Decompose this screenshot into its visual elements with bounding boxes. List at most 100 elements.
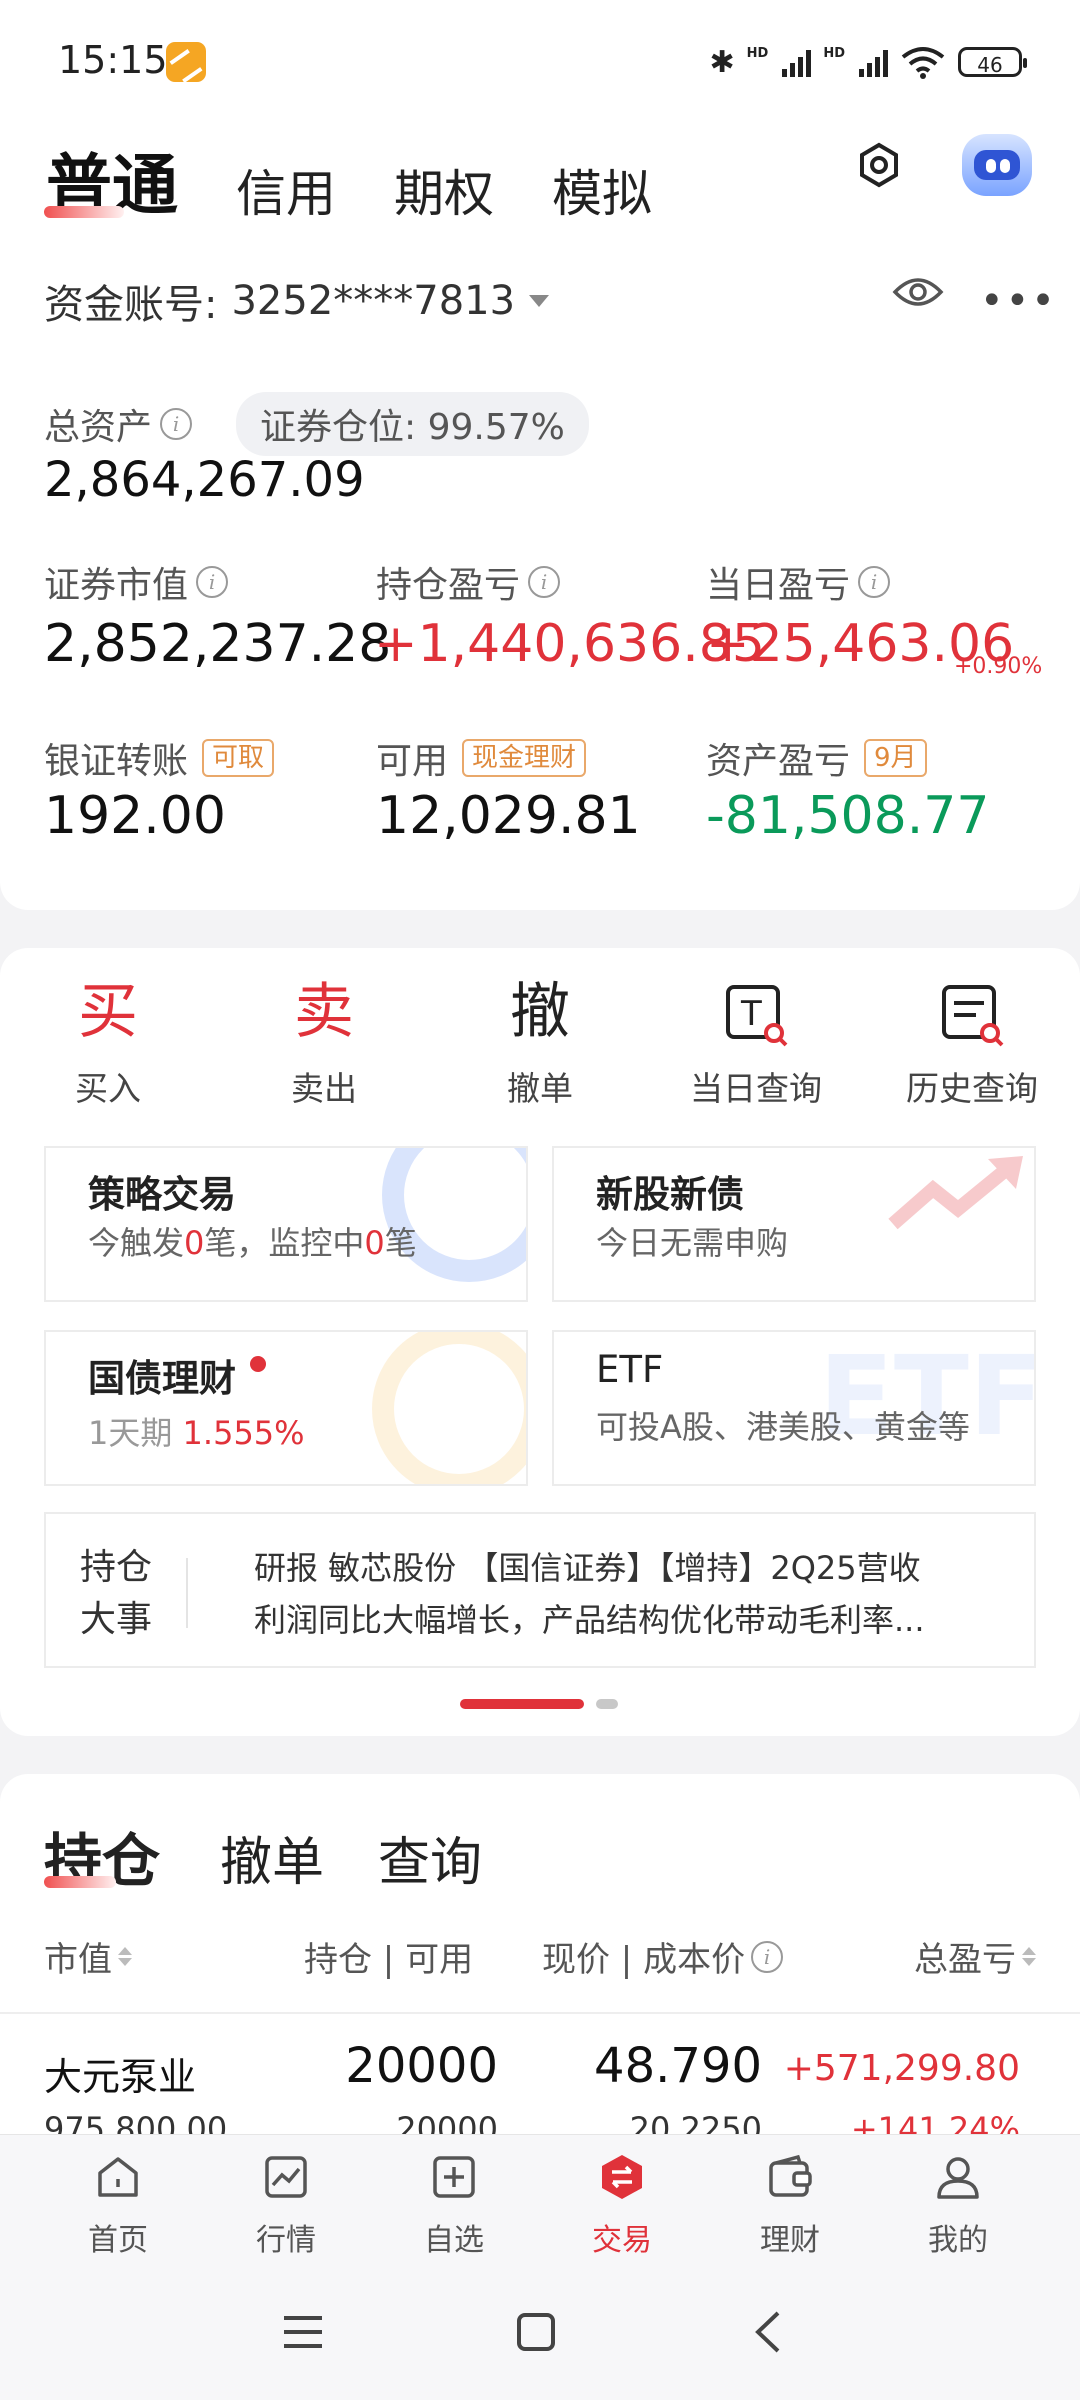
trend-arrow-icon	[888, 1156, 1023, 1230]
signal-icon	[782, 47, 812, 77]
bottom-nav: 首页 行情 自选 交易 理财 我的	[0, 2134, 1080, 2271]
info-icon[interactable]: i	[751, 1940, 784, 1973]
nav-finance[interactable]: 理财	[706, 2135, 874, 2259]
history-query-label: 历史查询	[906, 1069, 1038, 1108]
tab-normal[interactable]: 普通	[44, 132, 178, 228]
sell-button[interactable]: 卖 卖出	[216, 972, 432, 1110]
nav-trade[interactable]: 交易	[538, 2135, 706, 2259]
today-query-button[interactable]: T 当日查询	[648, 972, 864, 1110]
user-icon	[937, 2157, 979, 2199]
column-market-value[interactable]: 市值	[44, 1932, 132, 1981]
market-value-label: 证券市值	[44, 565, 189, 606]
wallet-icon	[769, 2154, 812, 2197]
trade-icon	[602, 2155, 642, 2199]
account-summary-card: 普通 信用 期权 模拟 资金账号: 3252****7813 ••• 总资产 i…	[0, 120, 1080, 910]
notification-dot	[250, 1356, 266, 1372]
nav-market[interactable]: 行情	[202, 2135, 370, 2259]
market-value: 2,852,237.28	[44, 614, 392, 674]
asset-pnl-label: 资产盈亏	[706, 741, 851, 782]
nav-watchlist[interactable]: 自选	[370, 2135, 538, 2259]
stock-price: 48.790	[594, 2038, 762, 2094]
position-pnl-label: 持仓盈亏	[376, 565, 521, 606]
tab-query[interactable]: 查询	[378, 1820, 482, 1895]
market-value-label-group: 证券市值 i	[44, 556, 229, 608]
active-tab-indicator	[44, 1876, 116, 1888]
sell-icon: 卖	[294, 977, 354, 1047]
action-row: 买 买入 卖 卖出 撤 撤单 T 当日查询 历史查询	[0, 972, 1080, 1110]
strategy-title: 策略交易	[88, 1173, 236, 1216]
eye-icon[interactable]	[892, 274, 944, 310]
tab-credit[interactable]: 信用	[236, 154, 336, 226]
holding-news-label: 持仓 大事	[80, 1547, 153, 1640]
nav-home[interactable]: 首页	[34, 2135, 202, 2259]
cancel-order-button[interactable]: 撤 撤单	[432, 972, 648, 1110]
stock-pnl: +571,299.80	[783, 2048, 1020, 2089]
nav-finance-label: 理财	[760, 2223, 820, 2258]
ipo-card[interactable]: 新股新债 今日无需申购	[552, 1146, 1036, 1302]
info-icon[interactable]: i	[528, 566, 561, 598]
menu-icon[interactable]	[282, 2314, 324, 2350]
assistant-robot-icon[interactable]	[962, 134, 1032, 196]
settings-icon[interactable]	[856, 142, 902, 188]
buy-button[interactable]: 买 买入	[0, 972, 216, 1110]
column-position: 持仓 | 可用	[304, 1940, 474, 1980]
buy-icon: 买	[78, 977, 138, 1047]
sort-icon	[1022, 1947, 1036, 1966]
stock-name: 大元泵业	[44, 2055, 197, 2099]
asset-pnl-value: -81,508.77	[706, 786, 990, 846]
tab-holdings[interactable]: 持仓	[44, 1814, 160, 1898]
holding-news-card[interactable]: 持仓 大事 研报 敏芯股份 【国信证券】【增持】2Q25营收 利润同比大幅增长，产品…	[44, 1512, 1036, 1668]
buy-label: 买入	[75, 1069, 141, 1108]
chart-icon	[265, 2156, 307, 2198]
available-value: 12,029.81	[376, 786, 641, 846]
nav-watchlist-label: 自选	[424, 2223, 484, 2258]
history-query-icon	[864, 972, 1080, 1052]
position-pnl-label-group: 持仓盈亏 i	[376, 556, 561, 608]
active-tab-indicator	[44, 206, 124, 218]
status-time: 15:15	[58, 38, 168, 82]
tab-simulation[interactable]: 模拟	[552, 154, 652, 226]
transfer-label: 银证转账	[44, 741, 189, 782]
position-ratio-badge: 证券仓位: 99.57%	[236, 392, 589, 456]
back-icon[interactable]	[752, 2310, 782, 2354]
etf-card[interactable]: ETF ETF 可投A股、港美股、黄金等	[552, 1330, 1036, 1486]
account-number: 3252****7813	[231, 278, 516, 324]
more-icon[interactable]: •••	[980, 278, 1057, 324]
strategy-subtitle: 今触发0笔，监控中0笔	[88, 1224, 417, 1262]
column-price: 现价 | 成本价 i	[542, 1932, 784, 1981]
history-query-button[interactable]: 历史查询	[864, 972, 1080, 1110]
nav-trade-label: 交易	[592, 2223, 652, 2258]
signal-icon-2	[859, 47, 888, 77]
stock-position: 20000	[345, 2038, 498, 2094]
etf-subtitle: 可投A股、港美股、黄金等	[596, 1408, 970, 1446]
tab-options[interactable]: 期权	[394, 154, 494, 226]
strategy-trading-card[interactable]: 策略交易 今触发0笔，监控中0笔	[44, 1146, 528, 1302]
column-total-pnl[interactable]: 总盈亏	[914, 1932, 1036, 1981]
info-icon[interactable]: i	[160, 408, 193, 440]
ipo-title: 新股新债	[596, 1173, 744, 1216]
total-assets-label: 总资产	[44, 407, 153, 448]
nav-profile[interactable]: 我的	[874, 2135, 1042, 2259]
pager-inactive	[596, 1699, 618, 1709]
account-selector[interactable]: 资金账号: 3252****7813	[44, 272, 550, 330]
available-label-group[interactable]: 可用 现金理财	[376, 732, 587, 784]
chevron-down-icon	[529, 295, 550, 307]
bond-title-group: 国债理财	[88, 1348, 266, 1402]
home-square-icon[interactable]	[516, 2312, 556, 2352]
total-assets-label-group: 总资产 i	[44, 398, 193, 450]
system-navigation-bar	[0, 2270, 1080, 2400]
bond-title: 国债理财	[88, 1357, 236, 1400]
info-icon[interactable]: i	[196, 566, 229, 598]
bond-subtitle: 1天期 1.555%	[88, 1414, 305, 1452]
asset-pnl-label-group[interactable]: 资产盈亏 9月	[706, 732, 927, 784]
ipo-subtitle: 今日无需申购	[596, 1224, 789, 1262]
sort-icon	[118, 1947, 132, 1966]
bond-deco	[372, 1332, 526, 1484]
nav-profile-label: 我的	[928, 2223, 988, 2258]
tab-cancel-orders[interactable]: 撤单	[220, 1820, 324, 1895]
table-row[interactable]: 大元泵业 975,800.00 20000 20000 48.790 20.22…	[0, 2014, 1080, 2148]
holding-news-text: 研报 敏芯股份 【国信证券】【增持】2Q25营收 利润同比大幅增长，产品结构优化带…	[254, 1549, 925, 1639]
treasury-bond-card[interactable]: 国债理财 1天期 1.555%	[44, 1330, 528, 1486]
info-icon[interactable]: i	[858, 566, 891, 598]
transfer-label-group[interactable]: 银证转账 可取	[44, 732, 275, 784]
